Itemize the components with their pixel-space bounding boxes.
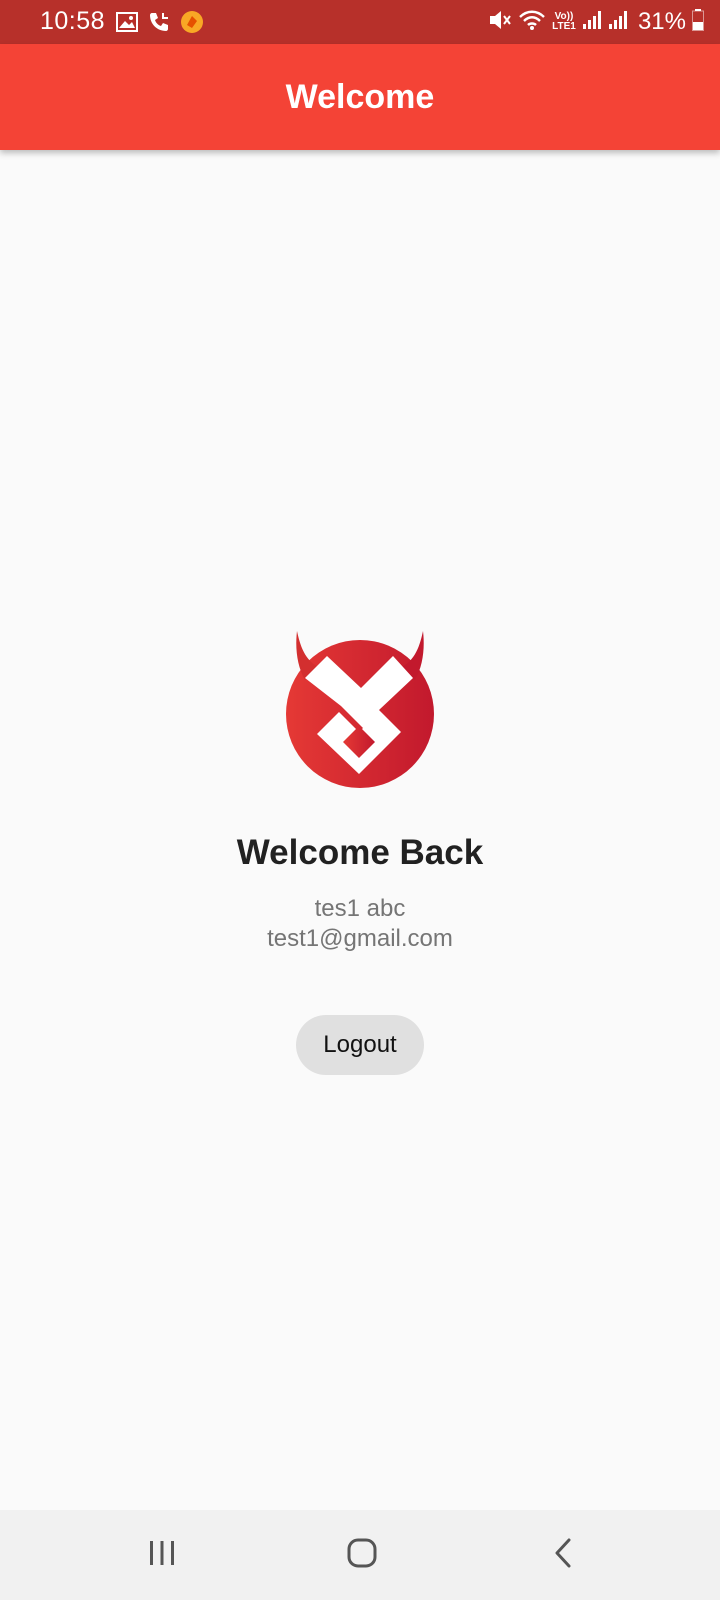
battery-percentage: 31%	[637, 8, 686, 35]
status-right-icons: Vo)) LTE1 31%	[488, 8, 704, 36]
logout-button[interactable]: Logout	[296, 1015, 424, 1075]
call-icon	[148, 11, 170, 38]
home-button[interactable]	[332, 1530, 392, 1580]
user-name: tes1 abc	[314, 895, 406, 922]
navigation-bar	[0, 1510, 720, 1600]
back-icon	[551, 1537, 575, 1574]
battery-icon	[692, 8, 704, 36]
signal-icon	[582, 10, 602, 35]
home-icon	[346, 1537, 378, 1574]
mute-icon	[488, 9, 512, 36]
user-email: test1@gmail.com	[267, 925, 453, 952]
app-notification-icon	[180, 10, 204, 39]
main-content: Welcome Back tes1 abc test1@gmail.com Lo…	[0, 150, 720, 1510]
recent-apps-icon	[147, 1539, 177, 1572]
page-title: Welcome	[285, 77, 435, 116]
back-button[interactable]	[533, 1530, 593, 1580]
brand-logo-icon	[283, 630, 437, 790]
welcome-heading: Welcome Back	[236, 833, 484, 872]
wifi-icon	[518, 9, 546, 36]
signal-icon	[608, 10, 628, 35]
status-left-icons	[116, 10, 204, 39]
status-time: 10:58	[40, 7, 106, 35]
gallery-icon	[116, 12, 138, 37]
lte-icon: Vo)) LTE1	[552, 11, 576, 32]
recent-apps-button[interactable]	[132, 1530, 192, 1580]
app-bar: Welcome	[0, 44, 720, 150]
status-bar: 10:58 Vo)) LTE1 31%	[0, 0, 720, 44]
